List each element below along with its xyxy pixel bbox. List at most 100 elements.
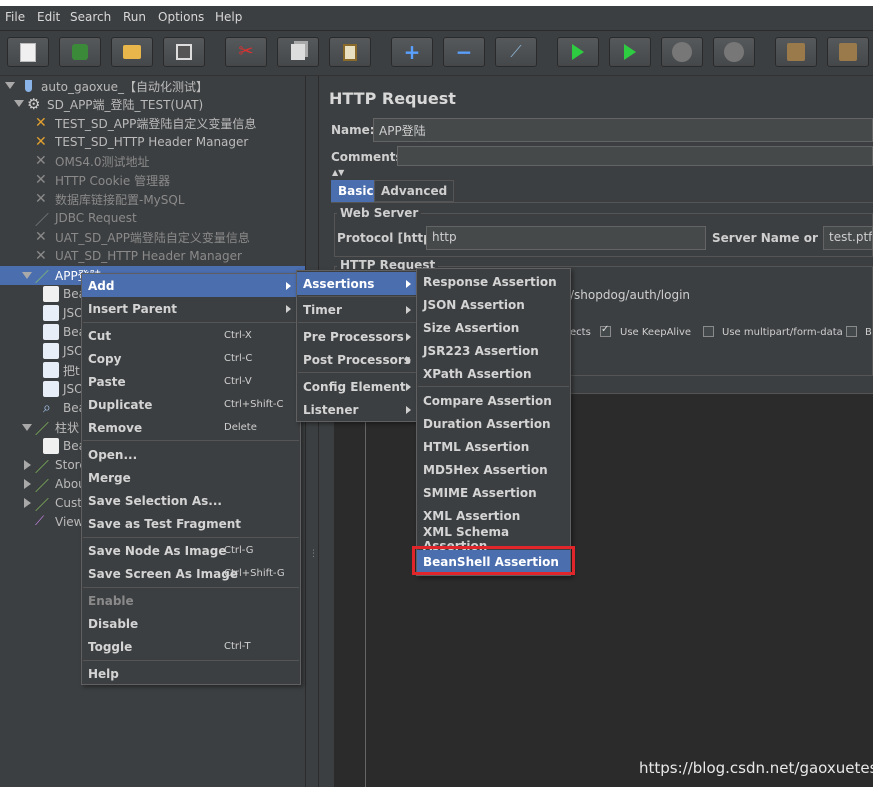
tree-item[interactable]: ✕ OMS4.0测试地址	[35, 152, 150, 170]
menu-item-open[interactable]: Open...	[82, 443, 300, 466]
menu-item-merge[interactable]: Merge	[82, 466, 300, 489]
assertion-html[interactable]: HTML Assertion	[417, 435, 570, 458]
tree-thread-group[interactable]: ⚙ SD_APP端_登陆_TEST(UAT)	[27, 95, 203, 113]
templates-icon[interactable]	[59, 37, 101, 67]
submenu-item-listener[interactable]: Listener	[297, 398, 417, 421]
assertion-compare[interactable]: Compare Assertion	[417, 389, 570, 412]
expand-arrow[interactable]	[14, 100, 24, 107]
submenu-item-assertions[interactable]: Assertions	[297, 272, 417, 295]
tree-sampler[interactable]: ／ Cust	[35, 494, 82, 514]
tree-sampler[interactable]: ／ 柱状	[35, 418, 79, 439]
assertion-jsr223[interactable]: JSR223 Assertion	[417, 339, 570, 362]
assertion-smime[interactable]: SMIME Assertion	[417, 481, 570, 504]
tree-child[interactable]: JSO	[43, 304, 84, 322]
tree-child[interactable]: ⌕ Bea	[43, 399, 86, 417]
expand-arrow[interactable]	[5, 82, 15, 89]
tree-child[interactable]: Bea	[43, 323, 86, 341]
new-icon[interactable]	[7, 37, 49, 67]
collapse-arrow[interactable]	[24, 498, 31, 508]
tree-listener[interactable]: ⟋ View	[35, 513, 83, 531]
menu-item-help[interactable]: Help	[82, 662, 300, 685]
assertion-size[interactable]: Size Assertion	[417, 316, 570, 339]
comments-field[interactable]	[397, 146, 873, 166]
browser-headers-checkbox[interactable]	[846, 326, 857, 337]
start-no-pause-icon[interactable]	[609, 37, 651, 67]
tree-item[interactable]: ✕ TEST_SD_HTTP Header Manager	[35, 133, 248, 151]
menu-item-save-node-image[interactable]: Save Node As Image Ctrl-G	[82, 539, 300, 562]
tree-item[interactable]: ✕ TEST_SD_APP端登陆自定义变量信息	[35, 114, 256, 132]
menu-item-disable[interactable]: Disable	[82, 612, 300, 635]
menu-search[interactable]: Search	[70, 10, 111, 24]
tab-advanced[interactable]: Advanced	[374, 180, 455, 202]
multipart-checkbox[interactable]	[703, 326, 714, 337]
menu-item-remove[interactable]: Remove Delete	[82, 416, 300, 439]
menu-item-insert-parent[interactable]: Insert Parent	[82, 297, 300, 320]
menu-item-label: Listener	[303, 402, 359, 417]
toggle-icon[interactable]: ⟋	[495, 37, 537, 67]
assertion-duration[interactable]: Duration Assertion	[417, 412, 570, 435]
tree-item[interactable]: ✕ 数据库链接配置-MySQL	[35, 190, 185, 208]
tree-child[interactable]: JSO	[43, 380, 84, 398]
keepalive-checkbox[interactable]: ✓	[600, 324, 611, 337]
cut-icon[interactable]: ✂	[225, 37, 267, 67]
shutdown-icon[interactable]	[713, 37, 755, 67]
tree-child[interactable]: Bea	[43, 437, 86, 455]
tree-item[interactable]: ／ JDBC Request	[35, 209, 137, 229]
clear-icon[interactable]	[775, 37, 817, 67]
submenu-item-pre-processors[interactable]: Pre Processors	[297, 325, 417, 348]
tree-root[interactable]: auto_gaoxue_【自动化测试】	[21, 77, 208, 95]
assertion-md5hex[interactable]: MD5Hex Assertion	[417, 458, 570, 481]
open-icon[interactable]	[111, 37, 153, 67]
menu-item-copy[interactable]: Copy Ctrl-C	[82, 347, 300, 370]
submenu-item-timer[interactable]: Timer	[297, 298, 417, 321]
tree-child[interactable]: JSO	[43, 342, 84, 360]
menu-item-add[interactable]: Add	[82, 274, 300, 297]
collapse-toggle-icon[interactable]: ▲▼	[332, 168, 344, 177]
assertion-response[interactable]: Response Assertion	[417, 270, 570, 293]
tree-sampler[interactable]: ／ Store	[35, 456, 87, 476]
path-field[interactable]: /shopdog/auth/login	[565, 283, 873, 309]
menu-item-paste[interactable]: Paste Ctrl-V	[82, 370, 300, 393]
parameters-table-area	[334, 394, 873, 787]
server-field[interactable]: test.ptfff	[823, 226, 873, 250]
expand-arrow[interactable]	[22, 272, 32, 279]
stop-icon[interactable]	[661, 37, 703, 67]
tree-item[interactable]: ✕ HTTP Cookie 管理器	[35, 171, 170, 189]
shortcut-label: Ctrl-V	[224, 376, 252, 387]
menu-item-save-screen-image[interactable]: Save Screen As Image Ctrl+Shift-G	[82, 562, 300, 585]
tree-sampler[interactable]: ／ Abou	[35, 475, 86, 495]
assertion-xpath[interactable]: XPath Assertion	[417, 362, 570, 385]
tree-item[interactable]: ✕ UAT_SD_HTTP Header Manager	[35, 247, 242, 265]
name-field[interactable]: APP登陆	[373, 118, 873, 142]
copy-icon[interactable]	[277, 37, 319, 67]
submenu-item-config-element[interactable]: Config Element	[297, 375, 417, 398]
menu-item-duplicate[interactable]: Duplicate Ctrl+Shift-C	[82, 393, 300, 416]
paste-icon[interactable]	[329, 37, 371, 67]
protocol-field[interactable]: http	[426, 226, 706, 250]
menu-run[interactable]: Run	[123, 10, 146, 24]
split-divider[interactable]: ⋮	[306, 76, 318, 787]
start-icon[interactable]	[557, 37, 599, 67]
tree-child[interactable]: 把t	[43, 361, 80, 379]
menu-item-cut[interactable]: Cut Ctrl-X	[82, 324, 300, 347]
expand-icon[interactable]: +	[391, 37, 433, 67]
collapse-icon[interactable]: −	[443, 37, 485, 67]
save-icon[interactable]	[163, 37, 205, 67]
menu-edit[interactable]: Edit	[37, 10, 60, 24]
clear-all-icon[interactable]	[827, 37, 869, 67]
menu-options[interactable]: Options	[158, 10, 204, 24]
submenu-item-post-processors[interactable]: Post Processors	[297, 348, 417, 371]
collapse-arrow[interactable]	[24, 460, 31, 470]
tree-item[interactable]: ✕ UAT_SD_APP端登陆自定义变量信息	[35, 228, 250, 246]
menu-item-enable[interactable]: Enable	[82, 589, 300, 612]
assertion-json[interactable]: JSON Assertion	[417, 293, 570, 316]
tree-child[interactable]: Bea	[43, 285, 86, 303]
menu-item-save-test-fragment[interactable]: Save as Test Fragment	[82, 512, 300, 535]
menu-item-save-selection[interactable]: Save Selection As...	[82, 489, 300, 512]
expand-arrow[interactable]	[22, 424, 32, 431]
menu-item-toggle[interactable]: Toggle Ctrl-T	[82, 635, 300, 658]
menu-help[interactable]: Help	[215, 10, 242, 24]
collapse-arrow[interactable]	[24, 479, 31, 489]
menu-item-label: Open...	[88, 447, 138, 462]
menu-file[interactable]: File	[5, 10, 25, 24]
